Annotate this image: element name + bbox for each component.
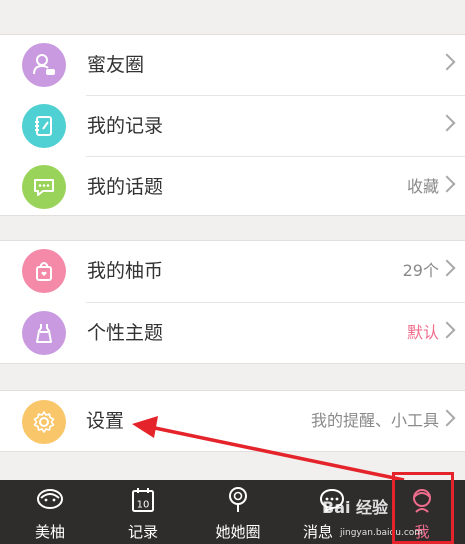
menu-item-label: 设置 <box>86 410 125 432</box>
menu-item-value: 我的提醒、小工具 <box>310 411 439 430</box>
gear-icon <box>22 400 66 444</box>
menu-item-settings[interactable]: 设置 我的提醒、小工具 <box>0 391 465 451</box>
menu-item-theme[interactable]: 个性主题 默认 <box>0 303 465 363</box>
lollipop-icon <box>229 487 247 512</box>
chevron-right-icon <box>438 175 456 193</box>
menu-item-label: 我的记录 <box>87 115 164 137</box>
tab-circle[interactable]: 她她圈 <box>195 480 281 544</box>
menu-item-value: 收藏 <box>406 177 439 196</box>
menu-item-my-topics[interactable]: 我的话题 收藏 <box>0 157 465 217</box>
tab-label: 记录 <box>127 523 158 541</box>
menu-item-my-coins[interactable]: 我的柚币 29个 <box>0 241 465 301</box>
chevron-right-icon <box>438 53 456 71</box>
tab-label: 她她圈 <box>215 523 261 541</box>
chevron-right-icon <box>438 409 456 427</box>
menu-item-value-default: 默认 <box>406 323 439 342</box>
menu-group-personal: 我的柚币 29个 个性主题 默认 <box>0 240 465 364</box>
menu-item-label: 个性主题 <box>87 322 164 344</box>
tab-label: 美柚 <box>34 523 65 541</box>
menu-item-label: 我的柚币 <box>87 260 164 282</box>
menu-group-social: 蜜友圈 我的记录 我的话题 收藏 <box>0 34 465 216</box>
menu-item-label: 蜜友圈 <box>87 54 145 76</box>
calendar-icon: 10 <box>132 488 154 512</box>
menu-item-value: 29个 <box>402 261 439 280</box>
shopping-bag-icon <box>22 249 66 293</box>
annotation-highlight-box <box>392 472 454 544</box>
notebook-icon <box>22 104 66 148</box>
chevron-right-icon <box>438 321 456 339</box>
tab-home[interactable]: 美柚 <box>8 480 92 544</box>
dress-icon <box>22 311 66 355</box>
chevron-right-icon <box>438 114 456 132</box>
chevron-right-icon <box>438 259 456 277</box>
top-spacer <box>0 0 465 34</box>
menu-item-label: 我的话题 <box>87 176 164 198</box>
calendar-day: 10 <box>137 500 150 511</box>
menu-item-friends-circle[interactable]: 蜜友圈 <box>0 35 465 95</box>
bowl-icon <box>37 489 63 509</box>
chat-bubble-icon <box>22 165 66 209</box>
menu-group-settings: 设置 我的提醒、小工具 <box>0 390 465 452</box>
friends-icon <box>22 43 66 87</box>
watermark-logo: Bai 经验 <box>322 498 389 517</box>
menu-item-my-records[interactable]: 我的记录 <box>0 96 465 156</box>
tab-records[interactable]: 10 记录 <box>100 480 186 544</box>
